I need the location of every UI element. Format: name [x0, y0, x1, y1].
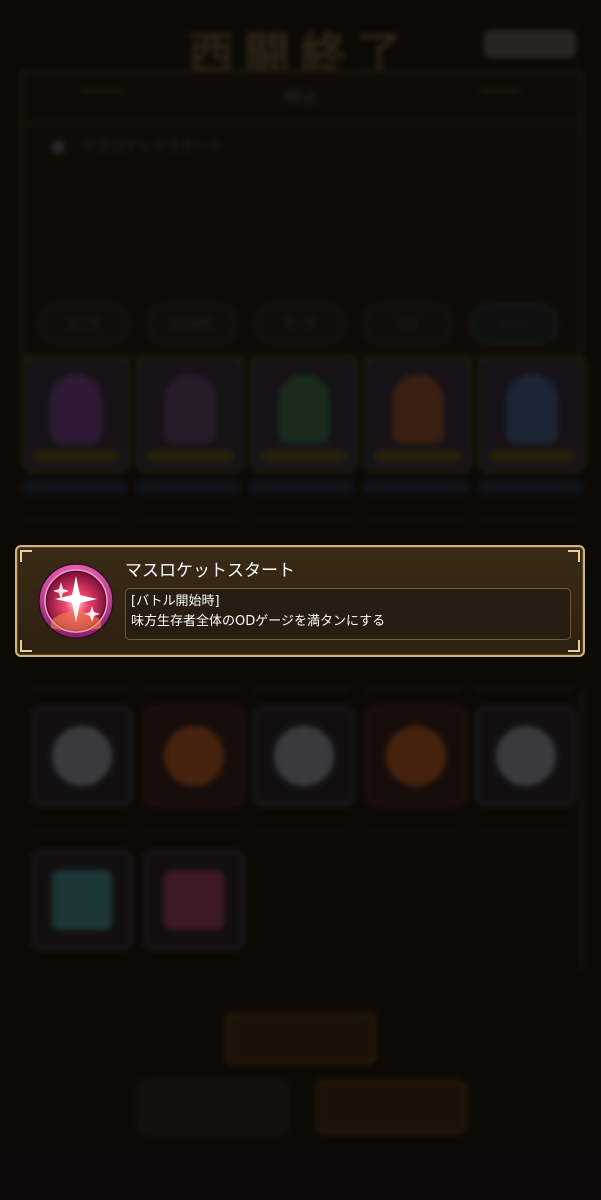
skill-effect: 味方生存者全体のODゲージを満タンにする — [131, 614, 386, 629]
corner-ornament — [20, 550, 32, 562]
sparkle-burst-icon — [38, 563, 114, 639]
skill-trigger: [バトル開始時] — [131, 594, 220, 609]
corner-ornament — [568, 640, 580, 652]
skill-name: マスロケットスタート — [125, 561, 295, 581]
skill-description: [バトル開始時] 味方生存者全体のODゲージを満タンにする — [125, 588, 571, 640]
skill-tooltip: マスロケットスタート [バトル開始時] 味方生存者全体のODゲージを満タンにする — [15, 545, 585, 657]
corner-ornament — [568, 550, 580, 562]
corner-ornament — [20, 640, 32, 652]
game-screen: 西闘終了 絞込 マスロケットスタート 並び替 絞込解除 昇・降 追加 ソート マ… — [0, 0, 601, 1200]
